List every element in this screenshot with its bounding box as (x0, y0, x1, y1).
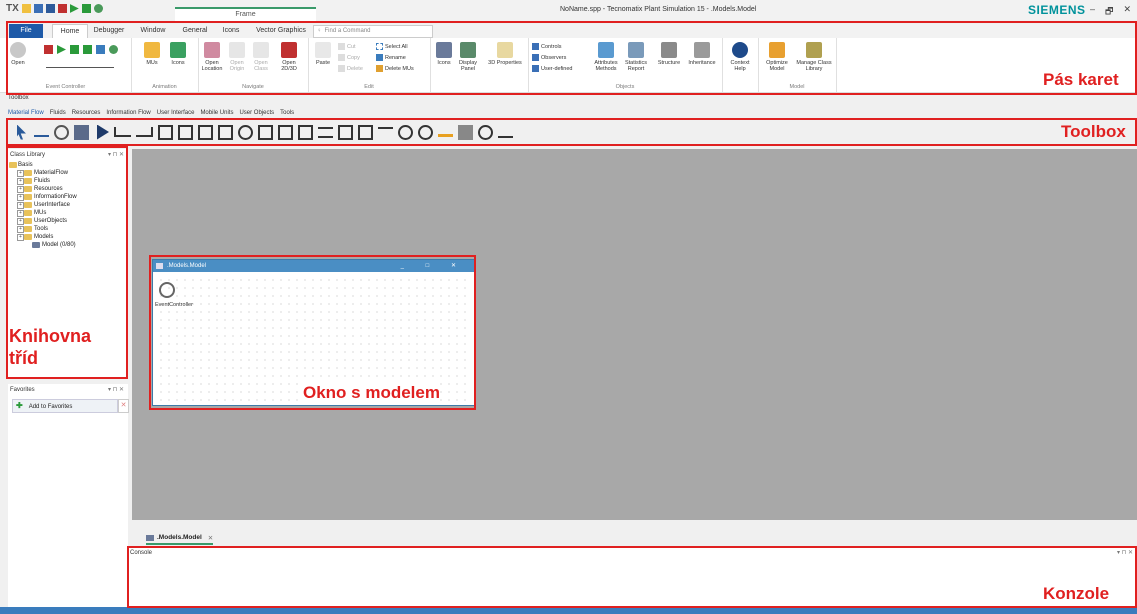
minimize-button[interactable]: – (1090, 4, 1095, 20)
annotation-label-toolbox: Toolbox (1061, 122, 1126, 141)
context-tab-frame[interactable]: Frame (175, 7, 316, 22)
annotation-box-ribbon (6, 21, 1137, 95)
restore-button[interactable]: 🗗 (1105, 4, 1113, 20)
toolbox-header: Toolbox (0, 95, 1137, 105)
annotation-label-ribbon: Pás karet (1043, 70, 1119, 89)
reset-icon[interactable] (57, 4, 67, 13)
save-as-icon[interactable] (45, 4, 55, 13)
annotation-label-class-library: Knihovna tříd (9, 326, 92, 368)
quick-access-toolbar: TX (6, 3, 103, 14)
status-bar (0, 607, 1137, 614)
title-bar: TX Frame NoName.spp - Tecnomatix Plant S… (0, 0, 1137, 22)
annotation-label-console: Konzole (1043, 584, 1110, 603)
annotation-box-console (127, 546, 1137, 608)
close-button[interactable]: ✕ (1123, 4, 1131, 20)
favorites-header: Favorites ▾ ⊓ ✕ (8, 384, 128, 396)
toolbox-title: Toolbox (8, 95, 29, 101)
save-icon[interactable] (33, 4, 43, 13)
favorites-panel-controls[interactable]: ▾ ⊓ ✕ (108, 384, 128, 396)
options-icon[interactable] (93, 4, 103, 13)
tx-logo-icon: TX (6, 3, 19, 14)
remove-favorite-icon[interactable]: ✕ (118, 399, 129, 413)
doc-tab-model[interactable]: .Models.Model ✕ (146, 532, 214, 545)
plus-icon: ✚ (16, 401, 23, 410)
frame-tab-icon (146, 534, 154, 541)
window-controls: – 🗗 ✕ (1090, 4, 1131, 20)
fast-forward-icon[interactable] (81, 4, 91, 13)
siemens-logo: SIEMENS (1028, 3, 1086, 17)
close-tab-icon[interactable]: ✕ (205, 534, 213, 542)
favorites-panel: Favorites ▾ ⊓ ✕ ✚ Add to Favorites ✕ (8, 384, 129, 610)
annotation-box-toolbox (6, 118, 1137, 146)
start-icon[interactable] (69, 4, 79, 13)
add-to-favorites-button[interactable]: ✚ Add to Favorites (12, 399, 118, 413)
favorites-title: Favorites (10, 387, 35, 393)
document-tabs: .Models.Model ✕ (132, 530, 1137, 545)
doc-tab-label: .Models.Model (157, 534, 202, 541)
add-to-favorites-label: Add to Favorites (28, 404, 73, 410)
window-title: NoName.spp - Tecnomatix Plant Simulation… (560, 6, 757, 13)
new-file-icon[interactable] (21, 4, 31, 13)
annotation-label-model-window: Okno s modelem (303, 383, 440, 403)
